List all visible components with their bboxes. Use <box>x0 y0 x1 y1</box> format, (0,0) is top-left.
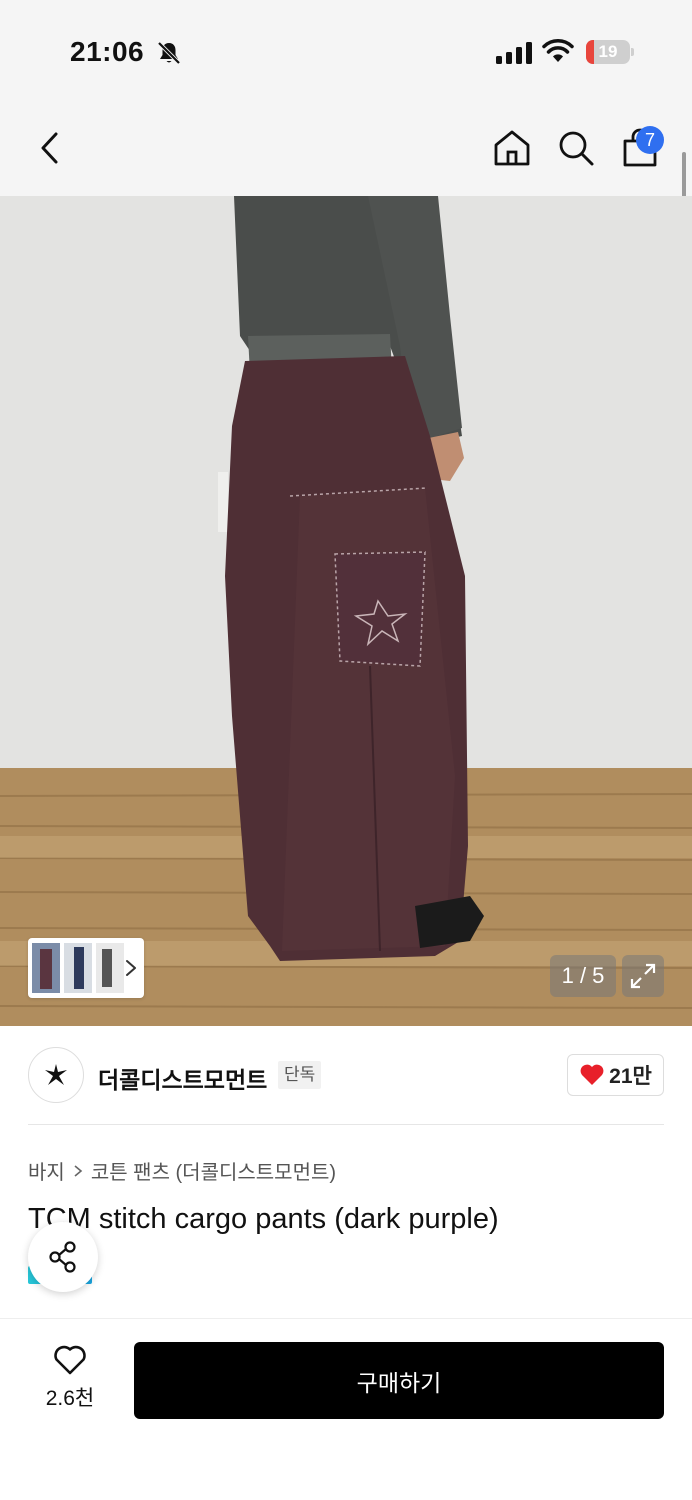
heart-outline-icon <box>54 1345 86 1375</box>
cellular-signal-icon <box>496 42 532 64</box>
expand-button[interactable] <box>622 955 664 997</box>
battery-icon: 19 <box>586 40 634 64</box>
breadcrumb-item-subcategory[interactable]: 코튼 팬츠 (더콜디스트모먼트) <box>91 1156 336 1185</box>
product-photo <box>0 196 692 1026</box>
buy-button[interactable]: 구매하기 <box>134 1342 664 1419</box>
chevron-right-icon <box>74 1164 83 1177</box>
home-icon <box>494 130 530 166</box>
status-time: 21:06 <box>70 36 145 67</box>
image-counter: 1 / 5 <box>550 955 616 997</box>
home-button[interactable] <box>488 124 536 172</box>
brand-like-button[interactable]: 21만 <box>567 1054 664 1096</box>
bell-slash-icon <box>157 41 181 65</box>
brand-name[interactable]: 더콜디스트모먼트 <box>98 1061 267 1095</box>
back-button[interactable] <box>26 124 74 172</box>
chevron-right-icon[interactable] <box>124 958 138 978</box>
brand-like-count: 21만 <box>609 1065 652 1088</box>
brand-row: 더콜디스트모먼트 단독 21만 <box>0 1026 692 1126</box>
heart-filled-icon <box>580 1064 604 1085</box>
top-nav <box>0 100 692 196</box>
search-button[interactable] <box>552 124 600 172</box>
product-image[interactable] <box>0 196 692 1026</box>
battery-level: 19 <box>598 42 618 61</box>
share-icon <box>49 1241 76 1273</box>
wish-button[interactable]: 2.6천 <box>36 1344 104 1414</box>
expand-icon <box>630 963 656 989</box>
divider <box>28 1124 664 1125</box>
thumbnail-images <box>32 943 124 993</box>
brand-logo-icon <box>45 1064 67 1085</box>
breadcrumb: 바지 코튼 팬츠 (더콜디스트모먼트) <box>28 1156 336 1185</box>
exclusive-badge: 단독 <box>278 1061 322 1089</box>
cart-count-badge: 7 <box>636 126 664 154</box>
chevron-left-icon <box>41 132 58 164</box>
wish-count: 2.6천 <box>45 1387 95 1410</box>
status-bar: 21:06 19 <box>0 0 692 100</box>
product-title: TCM stitch cargo pants (dark purple) <box>28 1203 499 1235</box>
share-button[interactable] <box>28 1222 98 1292</box>
breadcrumb-item-category[interactable]: 바지 <box>28 1156 65 1185</box>
brand-logo[interactable] <box>28 1047 84 1103</box>
wifi-icon <box>542 39 574 62</box>
search-icon <box>559 131 594 166</box>
